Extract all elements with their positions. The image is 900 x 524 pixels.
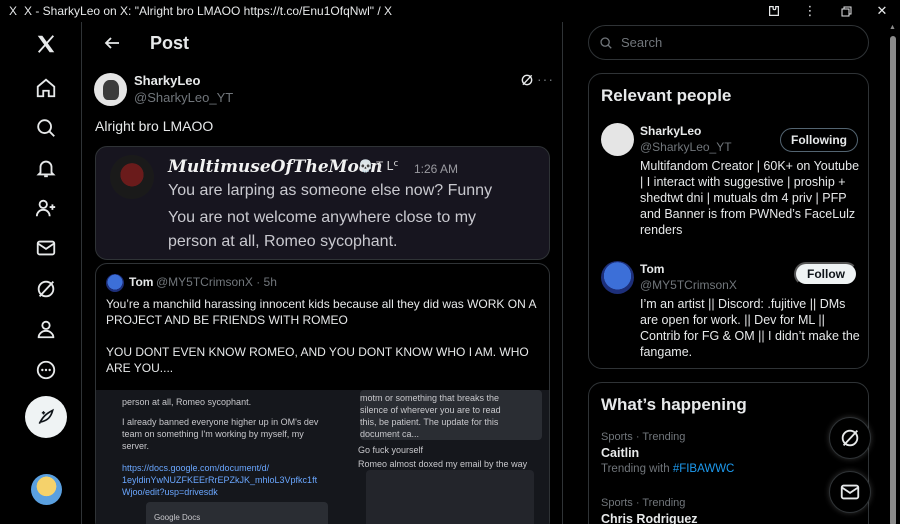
kebab-menu-icon[interactable]: ⋮	[792, 0, 828, 22]
author-handle[interactable]: @SharkyLeo_YT	[134, 90, 233, 105]
messages-icon[interactable]	[24, 226, 68, 270]
feather-icon	[38, 408, 54, 425]
follow-button[interactable]: Follow	[794, 262, 858, 286]
trend-with-prefix: Trending with	[601, 463, 670, 475]
trend-item[interactable]: Sports · Trending Chris Rodriguez	[601, 497, 861, 524]
person-bio: I’m an artist || Discord: .fujitive || D…	[640, 297, 860, 359]
post-column: Post SharkyLeo @SharkyLeo_YT ··· Alright…	[82, 22, 563, 524]
right-sidebar: Search Relevant people SharkyLeo @Sharky…	[563, 22, 885, 524]
page-scrollbar[interactable]: ▲	[885, 22, 900, 524]
person-avatar[interactable]	[601, 123, 634, 156]
messages-fab-button[interactable]	[829, 471, 871, 513]
image-timestamp: 1:26 AM	[414, 162, 459, 176]
whats-happening: What’s happening Sports · Trending Caitl…	[588, 382, 869, 524]
image-username: MultimuseOfTheMoon	[168, 157, 383, 177]
trend-name: Caitlin	[601, 446, 640, 460]
author-name[interactable]: SharkyLeo	[134, 73, 200, 88]
post-header: Post	[82, 22, 562, 64]
more-options-icon[interactable]: ···	[537, 71, 554, 87]
notifications-icon[interactable]	[24, 146, 68, 190]
grok-icon	[841, 429, 859, 447]
window-titlebar: X X - SharkyLeo on X: "Alright bro LMAOO…	[0, 0, 900, 22]
grok-icon[interactable]	[24, 267, 68, 311]
page-title: Post	[150, 32, 190, 53]
quote-author-name: Tom	[129, 275, 154, 289]
quoted-post[interactable]: Tom @MY5TCrimsonX · 5h You’re a manchild…	[95, 263, 550, 524]
search-input[interactable]: Search	[621, 35, 662, 50]
person-name[interactable]: Tom	[640, 262, 664, 276]
screenshot-line: Romeo almost doxed my email by the way	[358, 459, 528, 469]
relevant-people-title: Relevant people	[601, 86, 732, 105]
image-text-line: You are larping as someone else now? Fun…	[168, 182, 493, 199]
screenshot-line: person at all, Romeo sycophant.	[122, 397, 252, 407]
quote-text: You’re a manchild harassing innocent kid…	[106, 297, 536, 375]
image-avatar	[110, 155, 154, 199]
post-text: Alright bro LMAOO	[95, 118, 214, 134]
author-avatar[interactable]	[94, 73, 127, 106]
restore-window-icon[interactable]	[828, 0, 864, 22]
communities-icon[interactable]	[24, 186, 68, 230]
screenshot-line: team on something I'm working by myself,…	[122, 429, 304, 439]
screenshot-line: I already banned everyone higher up in O…	[122, 417, 319, 427]
quote-screenshot[interactable]: person at all, Romeo sycophant. I alread…	[96, 390, 549, 524]
search-box[interactable]: Search	[588, 25, 869, 60]
trend-name: Chris Rodriguez	[601, 512, 698, 524]
screenshot-line: motm or something that breaks the	[360, 393, 500, 403]
grok-explain-icon[interactable]	[520, 73, 534, 90]
trend-meta: Sports · Trending	[601, 431, 686, 443]
trend-item[interactable]: Sports · Trending Caitlin Trending with …	[601, 431, 861, 475]
screenshot-line: this, be patient. The update for this	[360, 417, 499, 427]
back-arrow-icon[interactable]	[92, 35, 132, 51]
post-author: SharkyLeo @SharkyLeo_YT ···	[94, 71, 554, 109]
x-logo-icon: X	[8, 4, 17, 18]
left-nav	[0, 22, 82, 524]
compose-post-button[interactable]	[25, 396, 67, 438]
screenshot-link: https://docs.google.com/document/d/	[122, 463, 270, 473]
image-text-line: You are not welcome anywhere close to my	[168, 209, 477, 226]
envelope-icon	[840, 484, 860, 500]
image-text-line: person at all, Romeo sycophant.	[168, 233, 398, 250]
account-avatar[interactable]	[31, 474, 62, 505]
scrollbar-thumb[interactable]	[890, 36, 896, 524]
trend-hashtag-link[interactable]: #FIBAWWC	[673, 463, 735, 475]
search-icon	[600, 36, 612, 49]
x-logo-icon[interactable]	[24, 22, 68, 66]
home-icon[interactable]	[24, 66, 68, 110]
person-bio: Multifandom Creator | 60K+ on Youtube | …	[640, 159, 860, 237]
relevant-people: Relevant people SharkyLeo @SharkyLeo_YT …	[588, 73, 869, 369]
screenshot-line: silence of wherever you are to read	[360, 405, 501, 415]
trend-with: Trending with #FIBAWWC	[601, 463, 861, 475]
screenshot-line: server.	[122, 441, 150, 451]
extensions-icon[interactable]	[756, 0, 792, 22]
person-handle[interactable]: @SharkyLeo_YT	[640, 140, 732, 154]
scroll-up-arrow-icon[interactable]: ▲	[889, 24, 896, 31]
explore-icon[interactable]	[24, 106, 68, 150]
person-avatar[interactable]	[601, 261, 634, 294]
screenshot-link: Wjoo/edit?usp=drivesdk	[122, 487, 218, 497]
image-badges: 💀 T ᒪᑦ	[358, 159, 399, 173]
post-image[interactable]: MultimuseOfTheMoon 💀 T ᒪᑦ 1:26 AM You ar…	[95, 146, 550, 260]
screenshot-line: Go fuck yourself	[358, 445, 424, 455]
close-window-icon[interactable]: ✕	[864, 0, 900, 22]
more-icon[interactable]	[24, 348, 68, 392]
window-title: X - SharkyLeo on X: "Alright bro LMAOO h…	[24, 4, 393, 18]
quote-author-handle: @MY5TCrimsonX · 5h	[156, 275, 277, 289]
following-button[interactable]: Following	[780, 128, 858, 152]
trend-meta: Sports · Trending	[601, 497, 686, 509]
quote-author-avatar	[106, 274, 124, 292]
profile-icon[interactable]	[24, 307, 68, 351]
screenshot-line: document ca...	[360, 429, 420, 439]
person-name[interactable]: SharkyLeo	[640, 124, 701, 138]
screenshot-nested-message	[366, 470, 534, 524]
person-handle[interactable]: @MY5TCrimsonX	[640, 278, 737, 292]
grok-fab-button[interactable]	[829, 417, 871, 459]
screenshot-line: Google Docs	[154, 513, 201, 522]
whats-happening-title: What’s happening	[601, 395, 747, 414]
screenshot-link: 1eyldinYwNUZFKEErRrEPZkJK_mhloL3Vpfkc1ft	[122, 475, 318, 485]
